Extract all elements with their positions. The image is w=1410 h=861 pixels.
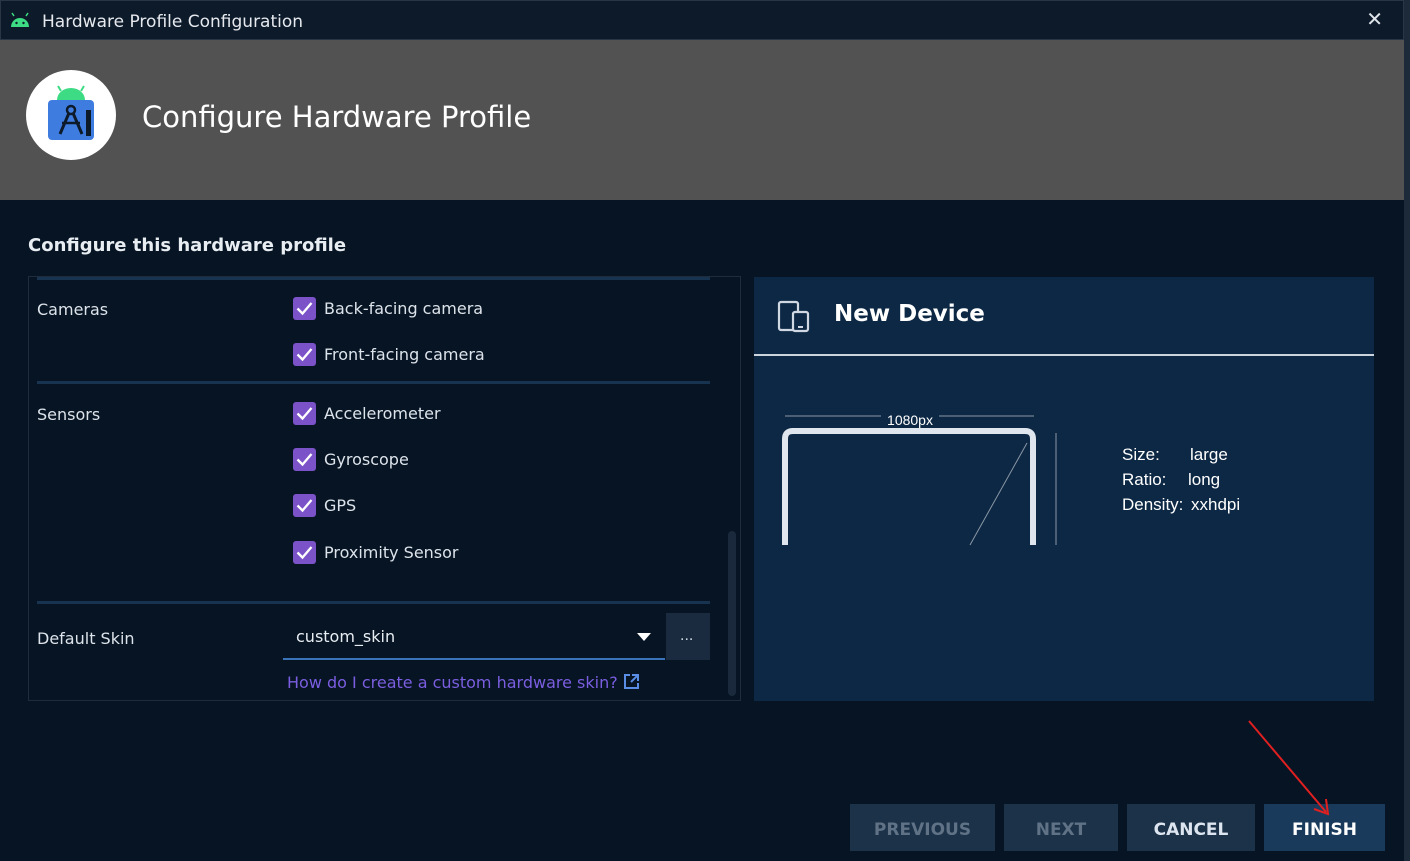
- finish-button[interactable]: FINISH: [1264, 804, 1385, 851]
- cancel-button[interactable]: CANCEL: [1127, 804, 1255, 851]
- checkbox-front-facing-camera[interactable]: Front-facing camera: [293, 343, 593, 367]
- checkbox-label: Front-facing camera: [324, 345, 485, 364]
- chevron-down-icon[interactable]: [637, 633, 651, 641]
- width-dimension-label: 1080px: [887, 412, 933, 428]
- browse-skin-button[interactable]: ...: [666, 613, 710, 660]
- default-skin-value: custom_skin: [296, 627, 396, 646]
- scrollbar[interactable]: [728, 531, 736, 696]
- device-preview-panel: New Device 1080px Size: large Ratio: long …: [754, 277, 1374, 701]
- spec-size: Size: large: [1122, 445, 1228, 464]
- divider: [37, 381, 710, 384]
- page-title: Configure Hardware Profile: [142, 100, 532, 134]
- checkbox-label: Accelerometer: [324, 404, 441, 423]
- wizard-header: Configure Hardware Profile: [0, 40, 1404, 200]
- browse-label: ...: [680, 627, 694, 644]
- default-skin-dropdown[interactable]: custom_skin: [283, 613, 665, 660]
- checkbox-label: Back-facing camera: [324, 299, 484, 318]
- close-icon[interactable]: ✕: [1366, 7, 1383, 32]
- custom-skin-help-link[interactable]: How do I create a custom hardware skin?: [287, 673, 640, 692]
- title-bar: Hardware Profile Configuration ✕: [0, 0, 1404, 40]
- section-title: Configure this hardware profile: [28, 235, 347, 256]
- checkbox-back-facing-camera[interactable]: Back-facing camera: [293, 297, 593, 321]
- checkbox-checked-icon[interactable]: [293, 448, 316, 471]
- help-link-text[interactable]: How do I create a custom hardware skin?: [287, 673, 618, 692]
- divider: [37, 277, 710, 280]
- checkbox-proximity-sensor[interactable]: Proximity Sensor: [293, 541, 593, 565]
- checkbox-label: Proximity Sensor: [324, 543, 459, 562]
- checkbox-label: Gyroscope: [324, 450, 409, 469]
- window-edge: [1404, 0, 1410, 861]
- spec-density: Density: xxhdpi: [1122, 495, 1241, 514]
- checkbox-checked-icon[interactable]: [293, 541, 316, 564]
- checkbox-accelerometer[interactable]: Accelerometer: [293, 402, 593, 426]
- cameras-label: Cameras: [37, 300, 109, 319]
- checkbox-checked-icon[interactable]: [293, 494, 316, 517]
- checkbox-checked-icon[interactable]: [293, 343, 316, 366]
- device-outline-preview: 1080px: [782, 412, 1057, 546]
- next-button[interactable]: NEXT: [1004, 804, 1118, 851]
- hardware-options-panel: Cameras Back-facing camera Front-facing …: [28, 276, 741, 701]
- external-link-icon[interactable]: [623, 673, 640, 690]
- checkbox-checked-icon[interactable]: [293, 402, 316, 425]
- android-studio-logo: [26, 70, 116, 160]
- divider: [37, 601, 710, 604]
- android-studio-icon: [48, 85, 94, 140]
- previous-button[interactable]: PREVIOUS: [850, 804, 995, 851]
- checkbox-label: GPS: [324, 496, 357, 515]
- checkbox-gyroscope[interactable]: Gyroscope: [293, 448, 593, 472]
- checkbox-gps[interactable]: GPS: [293, 494, 593, 518]
- device-specs: Size: large Ratio: long Density: xxhdpi: [1122, 442, 1240, 517]
- checkbox-checked-icon[interactable]: [293, 297, 316, 320]
- android-icon: [11, 12, 29, 27]
- default-skin-label: Default Skin: [37, 629, 135, 648]
- sensors-label: Sensors: [37, 405, 101, 424]
- window-title: Hardware Profile Configuration: [42, 12, 304, 32]
- spec-ratio: Ratio: long: [1122, 470, 1221, 489]
